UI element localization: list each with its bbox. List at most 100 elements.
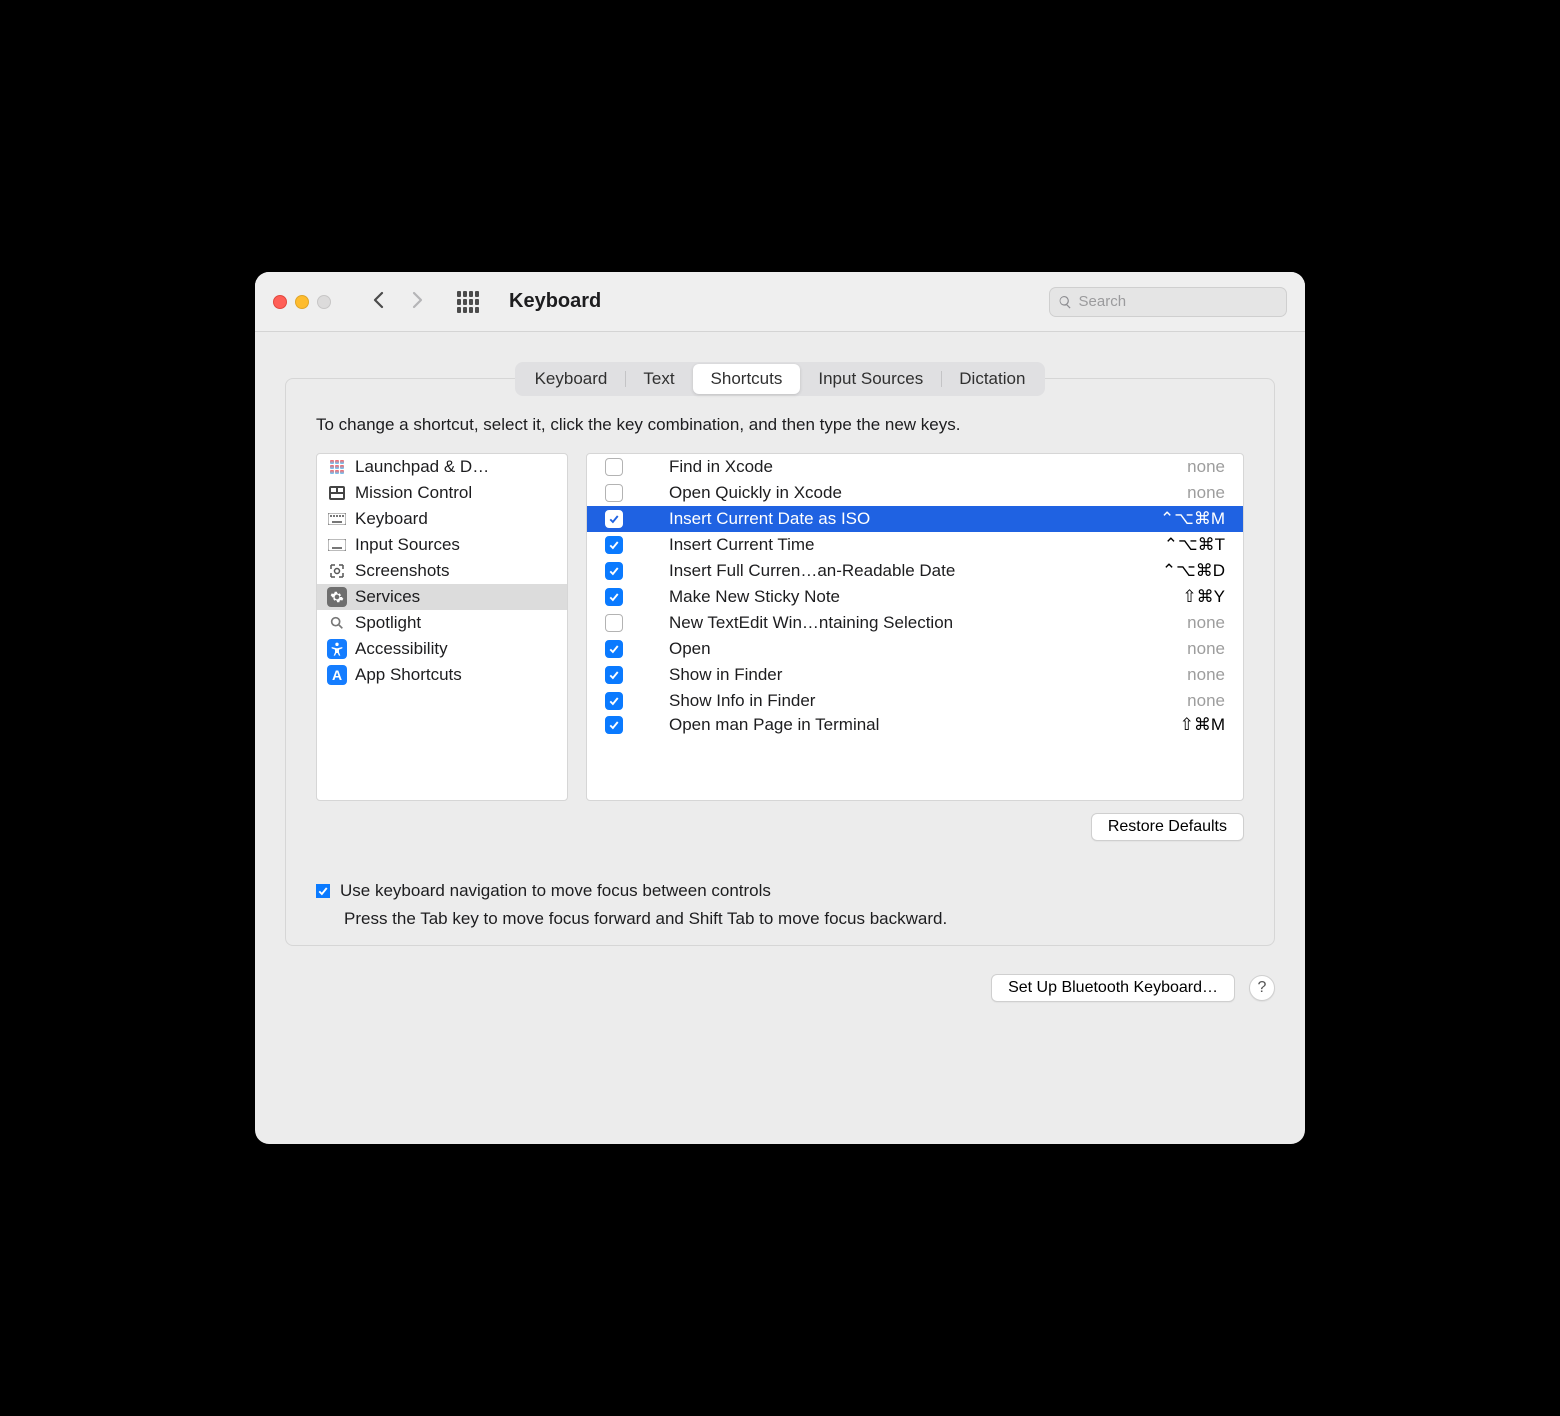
shortcut-row[interactable]: Open Quickly in Xcode none [587,480,1243,506]
main-area: KeyboardTextShortcutsInput SourcesDictat… [255,332,1305,1024]
search-input[interactable] [1079,293,1278,310]
shortcut-key[interactable]: none [1187,691,1225,711]
input-icon [327,535,347,555]
shortcut-checkbox[interactable] [605,666,623,684]
shortcut-checkbox[interactable] [605,484,623,502]
shortcut-checkbox[interactable] [605,692,623,710]
restore-wrap: Restore Defaults [286,801,1274,841]
checkmark-icon [608,591,620,603]
checkmark-icon [608,669,620,681]
minimize-window-button[interactable] [295,295,309,309]
shortcut-checkbox[interactable] [605,510,623,528]
tab-dictation[interactable]: Dictation [941,364,1043,394]
sidebar-item-label: Keyboard [355,509,428,529]
shortcut-checkbox[interactable] [605,640,623,658]
category-sidebar[interactable]: Launchpad & D…Mission Control Keyboard Inp… [316,453,568,801]
shortcut-label: Make New Sticky Note [637,587,1168,607]
shortcut-row[interactable]: Insert Current Date as ISO⌃⌥⌘M [587,506,1243,532]
tabs: KeyboardTextShortcutsInput SourcesDictat… [515,362,1046,396]
zoom-window-button[interactable] [317,295,331,309]
shortcut-label: Open Quickly in Xcode [637,483,1173,503]
spotlight-icon [327,613,347,633]
sidebar-item-keyboard[interactable]: Keyboard [317,506,567,532]
shortcut-label: Insert Current Time [637,535,1150,555]
tab-input-sources[interactable]: Input Sources [800,364,941,394]
shortcut-row[interactable]: Insert Current Time ⌃⌥⌘T [587,532,1243,558]
sidebar-item-appshortcuts[interactable]: AApp Shortcuts [317,662,567,688]
shortcut-key[interactable]: none [1187,665,1225,685]
chevron-left-icon [371,291,385,309]
traffic-lights [273,295,331,309]
sidebar-item-input[interactable]: Input Sources [317,532,567,558]
sidebar-item-screenshot[interactable]: Screenshots [317,558,567,584]
keyboard-nav-label: Use keyboard navigation to move focus be… [340,881,771,901]
shortcut-key[interactable]: ⇧⌘Y [1182,587,1225,607]
shortcuts-panel: To change a shortcut, select it, click t… [285,378,1275,946]
sidebar-item-label: Spotlight [355,613,421,633]
shortcut-row[interactable]: Show Info in Findernone [587,688,1243,714]
shortcut-key[interactable]: none [1187,483,1225,503]
sidebar-item-label: Accessibility [355,639,448,659]
shortcut-key[interactable]: ⇧⌘M [1180,715,1225,735]
sidebar-item-accessibility[interactable]: Accessibility [317,636,567,662]
services-icon [327,587,347,607]
shortcut-key[interactable]: ⌃⌥⌘T [1164,535,1225,555]
titlebar: Keyboard [255,272,1305,332]
shortcut-row[interactable]: Open man Page in Terminal ⇧⌘M [587,714,1243,736]
sidebar-item-label: Screenshots [355,561,450,581]
shortcut-row[interactable]: Show in Finder none [587,662,1243,688]
back-button[interactable] [363,289,393,315]
forward-button[interactable] [403,289,433,315]
page-title: Keyboard [509,290,601,313]
restore-defaults-button[interactable]: Restore Defaults [1091,813,1244,841]
chevron-right-icon [411,291,425,309]
mission-icon [327,483,347,503]
shortcut-key[interactable]: ⌃⌥⌘D [1162,561,1225,581]
keyboard-nav-checkbox[interactable] [316,884,330,898]
tabs-container: KeyboardTextShortcutsInput SourcesDictat… [255,332,1305,946]
shortcut-key[interactable]: none [1187,457,1225,477]
search-field[interactable] [1049,287,1287,317]
sidebar-item-services[interactable]: Services [317,584,567,610]
shortcut-label: Show in Finder [637,665,1173,685]
instructions-text: To change a shortcut, select it, click t… [286,415,1274,453]
sidebar-item-label: Input Sources [355,535,460,555]
shortcut-checkbox[interactable] [605,614,623,632]
tab-shortcuts[interactable]: Shortcuts [693,364,801,394]
shortcut-checkbox[interactable] [605,458,623,476]
shortcut-label: New TextEdit Win…ntaining Selection [637,613,1173,633]
shortcut-row[interactable]: New TextEdit Win…ntaining Selection none [587,610,1243,636]
tab-keyboard[interactable]: Keyboard [517,364,626,394]
shortcut-label: Open man Page in Terminal [637,715,1166,735]
checkmark-icon [608,695,620,707]
checkmark-icon [608,643,620,655]
shortcut-row[interactable]: Insert Full Curren…an-Readable Date ⌃⌥⌘D [587,558,1243,584]
shortcut-checkbox[interactable] [605,588,623,606]
sidebar-item-spotlight[interactable]: Spotlight [317,610,567,636]
shortcut-checkbox[interactable] [605,716,623,734]
keyboard-nav-hint: Press the Tab key to move focus forward … [316,909,1244,929]
shortcut-list[interactable]: Find in Xcode none Open Quickly in Xcode no… [586,453,1244,801]
preferences-window: Keyboard KeyboardTextShortcutsInput Sour… [255,272,1305,1144]
show-all-prefs-button[interactable] [457,291,479,313]
tab-text[interactable]: Text [625,364,692,394]
shortcut-row[interactable]: Find in Xcode none [587,454,1243,480]
close-window-button[interactable] [273,295,287,309]
shortcut-row[interactable]: Make New Sticky Note ⇧⌘Y [587,584,1243,610]
shortcut-key[interactable]: none [1187,613,1225,633]
keyboard-nav-option: Use keyboard navigation to move focus be… [286,841,1274,929]
help-button[interactable]: ? [1249,975,1275,1001]
sidebar-item-mission[interactable]: Mission Control [317,480,567,506]
shortcut-row[interactable]: Opennone [587,636,1243,662]
shortcut-label: Insert Full Curren…an-Readable Date [637,561,1148,581]
setup-bluetooth-keyboard-button[interactable]: Set Up Bluetooth Keyboard… [991,974,1235,1002]
shortcut-key[interactable]: ⌃⌥⌘M [1160,509,1225,529]
accessibility-icon [327,639,347,659]
shortcut-checkbox[interactable] [605,536,623,554]
shortcut-checkbox[interactable] [605,562,623,580]
sidebar-item-label: Services [355,587,420,607]
shortcut-key[interactable]: none [1187,639,1225,659]
shortcut-label: Find in Xcode [637,457,1173,477]
sidebar-item-launchpad[interactable]: Launchpad & D… [317,454,567,480]
sidebar-item-label: App Shortcuts [355,665,462,685]
